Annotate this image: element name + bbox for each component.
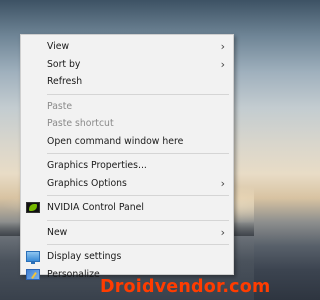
menu-item-personalize-label: Personalize [47, 268, 100, 280]
menu-item-graphics-options[interactable]: Graphics Options › [21, 175, 233, 193]
desktop-context-menu: View › Sort by › Refresh Paste Paste sho… [20, 34, 234, 280]
nvidia-logo-icon [26, 202, 40, 213]
display-icon [26, 251, 40, 264]
menu-separator [47, 153, 229, 154]
menu-item-view-label: View [47, 41, 70, 52]
menu-item-new[interactable]: New › [21, 224, 233, 242]
menu-item-graphics-properties[interactable]: Graphics Properties... [21, 157, 233, 175]
menu-separator [47, 195, 229, 196]
menu-item-sort-by-label: Sort by [47, 58, 81, 70]
menu-item-new-label: New [47, 226, 68, 238]
menu-item-nvidia-control-panel[interactable]: NVIDIA Control Panel [21, 199, 233, 217]
menu-item-sort-by[interactable]: Sort by › [21, 56, 233, 74]
menu-item-paste: Paste [21, 98, 233, 116]
chevron-right-icon: › [220, 57, 225, 71]
menu-item-nvidia-control-panel-label: NVIDIA Control Panel [47, 202, 144, 213]
menu-item-refresh-label: Refresh [47, 76, 83, 87]
menu-item-graphics-properties-label: Graphics Properties... [47, 160, 147, 171]
watermark-text: Droidvendor.com [100, 277, 271, 297]
menu-separator [47, 219, 229, 221]
personalize-icon [26, 268, 40, 280]
chevron-right-icon: › [220, 225, 225, 239]
menu-item-open-command-window-label: Open command window here [47, 135, 184, 147]
menu-item-open-command-window[interactable]: Open command window here [21, 133, 233, 151]
chevron-right-icon: › [220, 176, 225, 190]
menu-separator [47, 93, 229, 95]
menu-item-refresh[interactable]: Refresh [21, 73, 233, 91]
menu-item-display-settings[interactable]: Display settings [21, 248, 233, 266]
menu-item-paste-shortcut: Paste shortcut [21, 115, 233, 133]
menu-item-graphics-options-label: Graphics Options [47, 177, 127, 189]
menu-item-paste-shortcut-label: Paste shortcut [47, 118, 114, 129]
menu-item-display-settings-label: Display settings [47, 251, 122, 262]
chevron-right-icon: › [220, 40, 225, 53]
menu-item-paste-label: Paste [47, 100, 73, 112]
menu-separator [47, 244, 229, 245]
menu-item-view[interactable]: View › [21, 38, 233, 56]
